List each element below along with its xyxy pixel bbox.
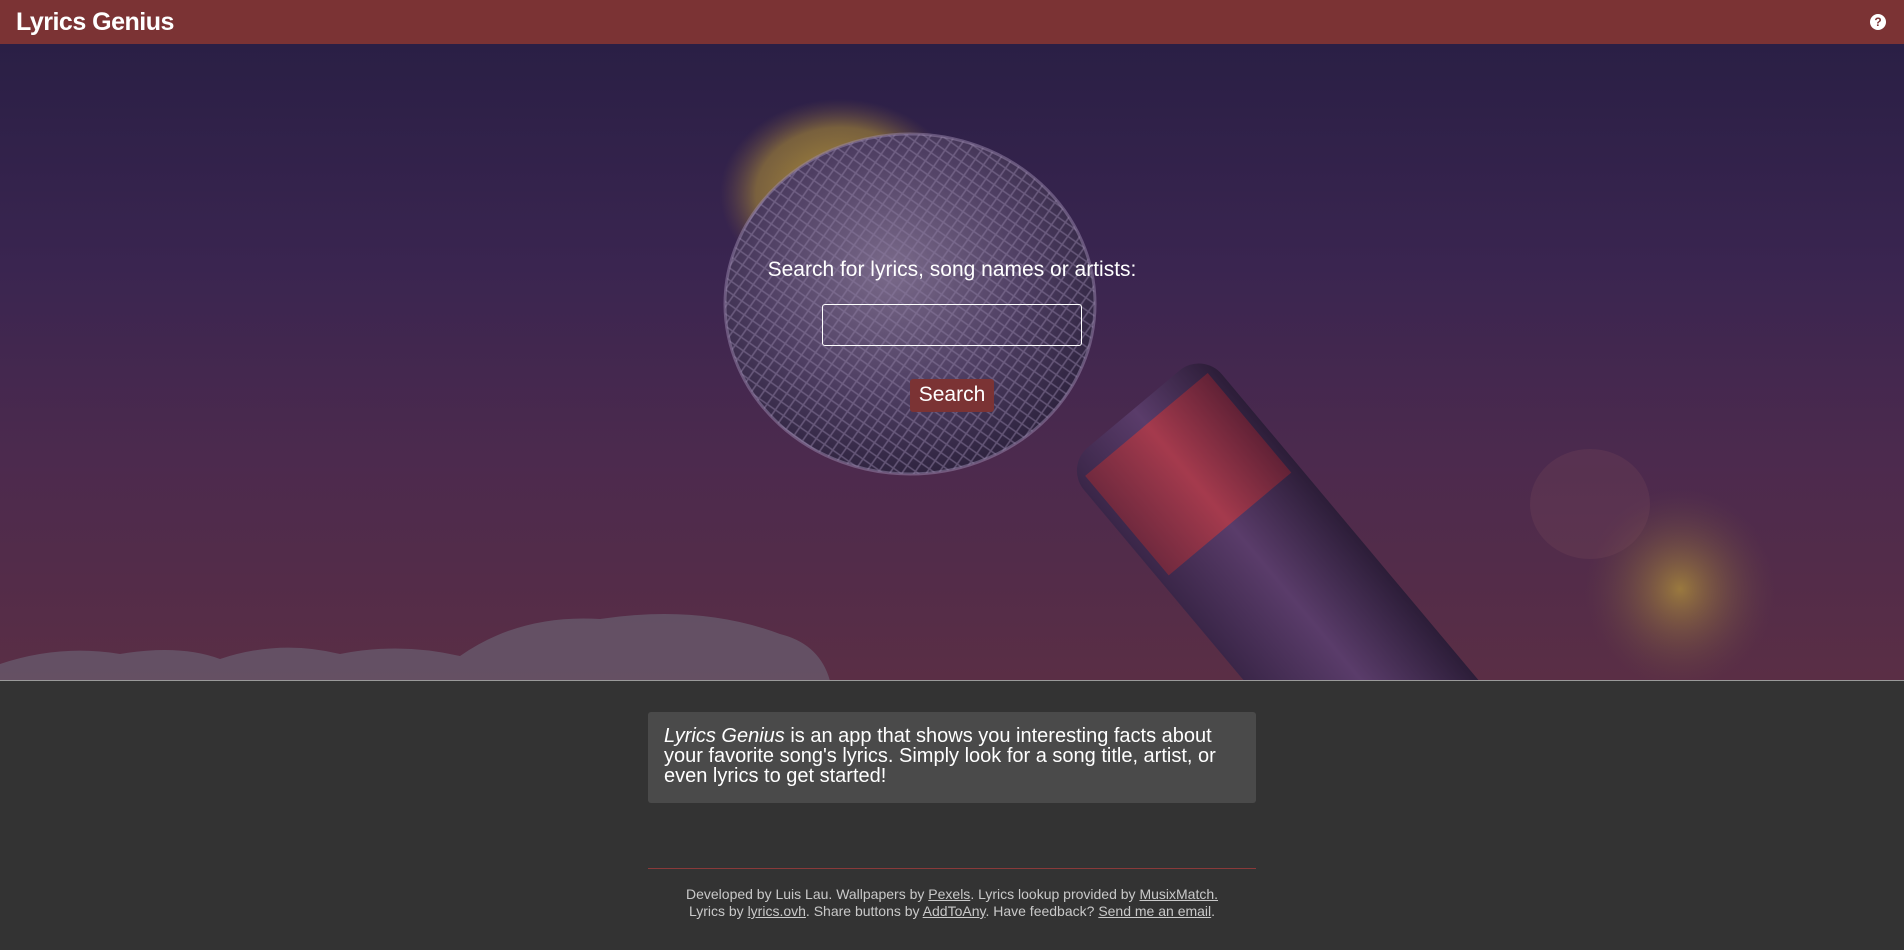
addtoany-link[interactable]: AddToAny bbox=[923, 903, 986, 919]
footer-text: . bbox=[1211, 903, 1216, 919]
about-app-name: Lyrics Genius bbox=[664, 725, 785, 747]
footer-text: . Lyrics lookup provided by bbox=[970, 886, 1140, 902]
email-link[interactable]: Send me an email bbox=[1098, 903, 1211, 919]
footer-text: . Have feedback? bbox=[985, 903, 1099, 919]
top-navbar: Lyrics Genius ? bbox=[0, 0, 1904, 44]
pexels-link[interactable]: Pexels bbox=[928, 886, 970, 902]
about-card: Lyrics Genius is an app that shows you i… bbox=[648, 712, 1256, 803]
lyricsovh-link[interactable]: lyrics.ovh bbox=[748, 903, 806, 919]
search-panel: Search for lyrics, song names or artists… bbox=[0, 44, 1904, 680]
musixmatch-link[interactable]: MusixMatch. bbox=[1139, 886, 1218, 902]
footer-divider bbox=[648, 868, 1256, 869]
search-input[interactable] bbox=[822, 304, 1082, 346]
help-icon[interactable]: ? bbox=[1870, 14, 1886, 30]
footer: Developed by Luis Lau. Wallpapers by Pex… bbox=[648, 886, 1256, 920]
footer-text: . Share buttons by bbox=[805, 903, 923, 919]
search-label: Search for lyrics, song names or artists… bbox=[767, 258, 1137, 281]
footer-line-2: Lyrics by lyrics.ovh. Share buttons by A… bbox=[648, 903, 1256, 920]
hero-background: Search for lyrics, song names or artists… bbox=[0, 44, 1904, 681]
brand-logo[interactable]: Lyrics Genius bbox=[16, 8, 174, 37]
search-button[interactable]: Search bbox=[909, 379, 995, 412]
footer-text: Developed by Luis Lau. Wallpapers by bbox=[685, 886, 929, 902]
footer-text: Lyrics by bbox=[688, 903, 748, 919]
footer-line-1: Developed by Luis Lau. Wallpapers by Pex… bbox=[648, 886, 1256, 903]
